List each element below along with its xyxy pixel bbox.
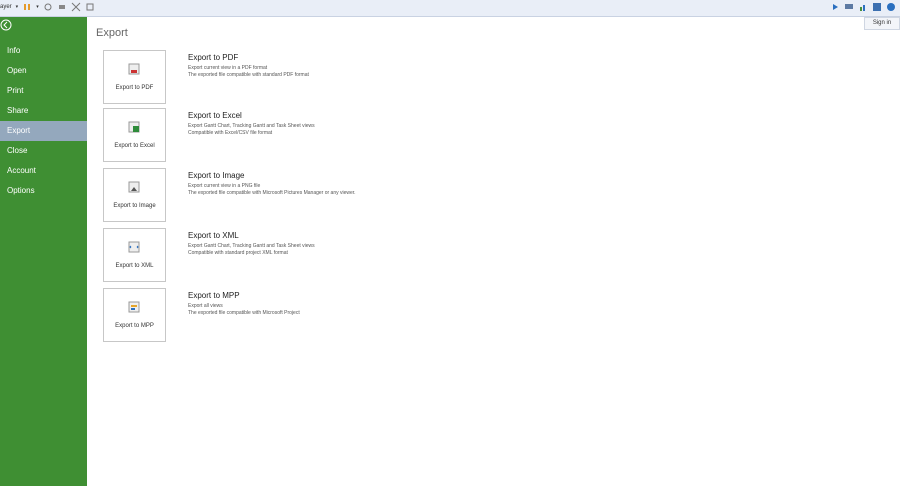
- dropdown-arrow-icon[interactable]: ▾: [16, 4, 19, 10]
- export-pdf-title: Export to PDF: [188, 53, 239, 62]
- export-xml-label: Export to XML: [115, 263, 154, 269]
- export-xml-title: Export to XML: [188, 231, 239, 240]
- sidebar-item-info[interactable]: Info: [0, 41, 87, 61]
- layer-dropdown[interactable]: ayer: [0, 4, 12, 10]
- export-image-label: Export to Image: [113, 203, 156, 209]
- export-pdf-label: Export to PDF: [115, 85, 154, 91]
- export-row-image: Export to Image Export to Image Export c…: [103, 168, 823, 222]
- export-mpp-description: Export to MPP Export all views The expor…: [188, 291, 788, 317]
- pdf-file-icon: [128, 63, 140, 75]
- network-icon[interactable]: [872, 2, 882, 12]
- fit-icon[interactable]: [71, 2, 81, 12]
- sidebar-item-options[interactable]: Options: [0, 181, 87, 201]
- export-row-mpp: Export to MPP Export to MPP Export all v…: [103, 288, 823, 342]
- mpp-file-icon: [128, 301, 140, 313]
- export-excel-label: Export to Excel: [114, 143, 155, 149]
- export-xml-line2: Compatible with standard project XML for…: [188, 250, 288, 256]
- export-xml-button[interactable]: Export to XML: [103, 228, 166, 282]
- export-row-excel: Export to Excel Export to Excel Export G…: [103, 108, 823, 162]
- export-image-title: Export to Image: [188, 171, 245, 180]
- export-excel-line1: Export Gantt Chart, Tracking Gantt and T…: [188, 123, 315, 129]
- export-row-pdf: Export to PDF Export to PDF Export curre…: [103, 50, 823, 104]
- page-title: Export: [96, 27, 128, 39]
- sidebar-item-account[interactable]: Account: [0, 161, 87, 181]
- zoom-icon[interactable]: [85, 2, 95, 12]
- export-xml-description: Export to XML Export Gantt Chart, Tracki…: [188, 231, 788, 257]
- chart-icon[interactable]: [858, 2, 868, 12]
- xml-file-icon: [128, 241, 140, 253]
- top-toolbar: ayer ▾ ▾: [0, 0, 900, 17]
- image-file-icon: [128, 181, 140, 193]
- hand-tool-icon[interactable]: [43, 2, 53, 12]
- export-image-line1: Export current view in a PNG file: [188, 183, 261, 189]
- export-row-xml: Export to XML Export to XML Export Gantt…: [103, 228, 823, 282]
- toolbar-left-group: ayer ▾ ▾: [0, 2, 95, 12]
- toolbar-right-group: [830, 2, 896, 12]
- sidebar-nav: Info Open Print Share Export Close Accou…: [0, 41, 87, 201]
- sidebar-item-export[interactable]: Export: [0, 121, 87, 141]
- export-image-button[interactable]: Export to Image: [103, 168, 166, 222]
- export-mpp-title: Export to MPP: [188, 291, 240, 300]
- backstage-sidebar: Info Open Print Share Export Close Accou…: [0, 17, 87, 486]
- excel-file-icon: [128, 121, 140, 133]
- sidebar-item-close[interactable]: Close: [0, 141, 87, 161]
- monitor-icon[interactable]: [844, 2, 854, 12]
- sidebar-item-share[interactable]: Share: [0, 101, 87, 121]
- back-arrow-icon[interactable]: [0, 19, 12, 31]
- export-excel-description: Export to Excel Export Gantt Chart, Trac…: [188, 111, 788, 137]
- export-excel-button[interactable]: Export to Excel: [103, 108, 166, 162]
- export-mpp-label: Export to MPP: [115, 323, 154, 329]
- export-excel-title: Export to Excel: [188, 111, 242, 120]
- export-excel-line2: Compatible with Excel/CSV file format: [188, 130, 273, 136]
- sign-in-button[interactable]: Sign in: [864, 17, 900, 30]
- play-icon[interactable]: [830, 2, 840, 12]
- export-pdf-line1: Export current view in a PDF format: [188, 65, 268, 71]
- export-mpp-button[interactable]: Export to MPP: [103, 288, 166, 342]
- sidebar-item-open[interactable]: Open: [0, 61, 87, 81]
- sidebar-item-print[interactable]: Print: [0, 81, 87, 101]
- pause-icon[interactable]: [22, 2, 32, 12]
- dropdown-arrow-icon[interactable]: ▾: [36, 4, 39, 10]
- export-image-description: Export to Image Export current view in a…: [188, 171, 788, 197]
- print-icon[interactable]: [57, 2, 67, 12]
- export-mpp-line1: Export all views: [188, 303, 223, 309]
- export-pdf-button[interactable]: Export to PDF: [103, 50, 166, 104]
- export-image-line2: The exported file compatible with Micros…: [188, 190, 356, 196]
- export-pdf-description: Export to PDF Export current view in a P…: [188, 53, 788, 79]
- export-pdf-line2: The exported file compatible with standa…: [188, 72, 309, 78]
- share-icon[interactable]: [886, 2, 896, 12]
- export-xml-line1: Export Gantt Chart, Tracking Gantt and T…: [188, 243, 315, 249]
- export-mpp-line2: The exported file compatible with Micros…: [188, 310, 300, 316]
